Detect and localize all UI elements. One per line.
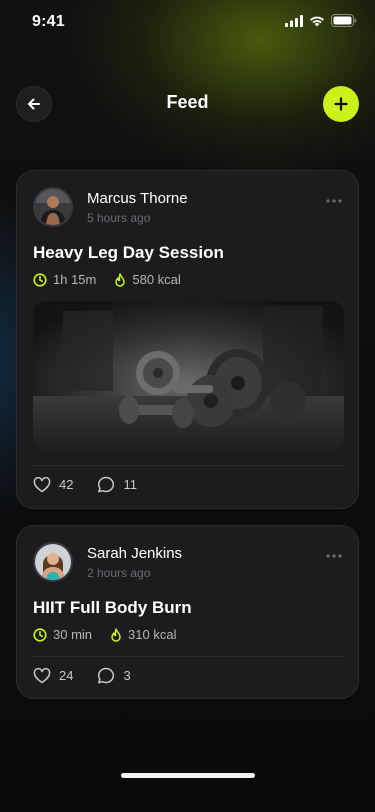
post-card[interactable]: Sarah Jenkins 2 hours ago HIIT Full Body…	[16, 525, 359, 699]
more-dots-icon[interactable]	[326, 554, 342, 558]
comment-count: 11	[123, 477, 137, 492]
post-actions: 42 11	[33, 476, 161, 493]
signal-icon	[285, 14, 303, 27]
duration-value: 1h 15m	[53, 272, 97, 287]
calories-stat: 580 kcal	[114, 272, 181, 287]
comment-icon	[98, 667, 115, 684]
comment-count: 3	[123, 668, 131, 683]
wifi-icon	[310, 16, 324, 26]
home-indicator[interactable]	[121, 773, 255, 778]
post-title: HIIT Full Body Burn	[33, 598, 192, 617]
divider	[33, 465, 344, 466]
status-bar: 9:41	[0, 0, 375, 44]
battery-icon	[331, 14, 357, 27]
post-time: 5 hours ago	[87, 211, 151, 225]
comment-icon	[98, 476, 115, 493]
avatar-photo-icon	[35, 544, 71, 580]
plus-icon	[334, 97, 348, 111]
dumbbell-photo	[33, 301, 344, 451]
post-stats: 30 min 310 kcal	[33, 627, 194, 642]
author-name[interactable]: Sarah Jenkins	[87, 545, 182, 562]
post-card[interactable]: Marcus Thorne 5 hours ago Heavy Leg Day …	[16, 170, 359, 509]
more-dots-icon[interactable]	[326, 199, 342, 203]
add-post-button[interactable]	[323, 86, 359, 122]
post-photo[interactable]	[33, 301, 344, 451]
flame-icon	[115, 272, 126, 287]
heart-icon	[33, 667, 51, 683]
avatar-photo-icon	[35, 189, 71, 225]
heart-icon	[33, 476, 51, 492]
divider	[33, 656, 344, 657]
status-icons	[285, 14, 357, 27]
duration-value: 30 min	[53, 627, 93, 642]
like-button[interactable]: 24	[33, 667, 74, 684]
like-count: 24	[59, 668, 74, 683]
avatar[interactable]	[33, 542, 73, 582]
avatar[interactable]	[33, 187, 73, 227]
like-button[interactable]: 42	[33, 476, 74, 493]
clock-icon	[33, 272, 47, 287]
status-time: 9:41	[32, 13, 65, 30]
duration-stat: 30 min	[33, 627, 92, 642]
comment-button[interactable]: 11	[97, 476, 137, 493]
post-title: Heavy Leg Day Session	[33, 243, 224, 262]
duration-stat: 1h 15m	[33, 272, 96, 287]
calories-value: 310 kcal	[128, 627, 177, 642]
header: Feed	[0, 86, 375, 122]
calories-value: 580 kcal	[132, 272, 181, 287]
like-count: 42	[59, 477, 74, 492]
flame-icon	[111, 627, 121, 642]
clock-icon	[33, 627, 47, 642]
author-name[interactable]: Marcus Thorne	[87, 190, 188, 207]
post-stats: 1h 15m 580 kcal	[33, 272, 199, 287]
calories-stat: 310 kcal	[110, 627, 176, 642]
post-time: 2 hours ago	[87, 566, 151, 580]
post-actions: 24 3	[33, 667, 155, 684]
comment-button[interactable]: 3	[97, 667, 131, 684]
page-title: Feed	[166, 92, 209, 112]
